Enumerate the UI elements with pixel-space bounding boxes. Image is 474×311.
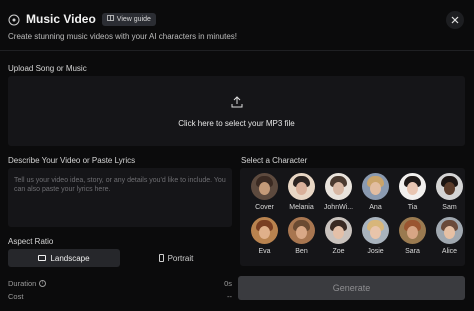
description-label: Describe Your Video or Paste Lyrics bbox=[8, 156, 136, 165]
character-item[interactable]: Zoe bbox=[320, 217, 357, 261]
character-name: Tia bbox=[407, 204, 418, 211]
avatar-face bbox=[444, 226, 455, 239]
character-name: Alice bbox=[441, 248, 458, 255]
character-item[interactable]: Sara bbox=[394, 217, 431, 261]
avatar bbox=[325, 217, 352, 244]
character-grid: Cover Melania JohnWi... Ana Tia Sam Eva Ben Zoe J… bbox=[246, 173, 468, 261]
description-input[interactable] bbox=[14, 176, 226, 219]
avatar-face bbox=[444, 182, 455, 195]
cost-row: Cost -- bbox=[8, 292, 232, 301]
upload-label: Upload Song or Music bbox=[8, 64, 87, 73]
close-icon bbox=[451, 11, 459, 29]
avatar bbox=[399, 173, 426, 200]
character-item[interactable]: Melania bbox=[283, 173, 320, 217]
character-name: Cover bbox=[255, 204, 274, 211]
avatar bbox=[251, 217, 278, 244]
view-guide-label: View guide bbox=[116, 15, 151, 23]
tab-landscape[interactable]: Landscape bbox=[8, 249, 120, 267]
avatar bbox=[362, 217, 389, 244]
character-name: Eva bbox=[258, 248, 271, 255]
description-box bbox=[8, 168, 232, 227]
avatar bbox=[362, 173, 389, 200]
avatar bbox=[251, 173, 278, 200]
portrait-label: Portrait bbox=[167, 253, 194, 263]
avatar bbox=[436, 173, 463, 200]
music-disc-icon bbox=[8, 13, 20, 26]
portrait-icon bbox=[158, 254, 164, 262]
character-name: Ben bbox=[295, 248, 308, 255]
avatar-face bbox=[259, 182, 270, 195]
character-name: Ana bbox=[369, 204, 382, 211]
avatar-face bbox=[407, 226, 418, 239]
avatar-face bbox=[333, 182, 344, 195]
avatar-face bbox=[370, 226, 381, 239]
avatar bbox=[399, 217, 426, 244]
avatar-face bbox=[296, 182, 307, 195]
upload-prompt: Click here to select your MP3 file bbox=[178, 118, 295, 128]
character-item[interactable]: Alice bbox=[431, 217, 468, 261]
avatar bbox=[436, 217, 463, 244]
info-icon[interactable]: i bbox=[39, 280, 47, 287]
header-divider bbox=[0, 50, 474, 51]
character-item[interactable]: Ana bbox=[357, 173, 394, 217]
upload-icon bbox=[231, 95, 243, 113]
avatar bbox=[288, 217, 315, 244]
avatar-face bbox=[259, 226, 270, 239]
character-item[interactable]: Sam bbox=[431, 173, 468, 217]
duration-left: Duration i bbox=[8, 279, 47, 288]
character-panel: Cover Melania JohnWi... Ana Tia Sam Eva Ben Zoe J… bbox=[240, 168, 465, 266]
character-name: Sam bbox=[442, 204, 457, 211]
page-subtitle: Create stunning music videos with your A… bbox=[8, 32, 237, 41]
avatar-face bbox=[370, 182, 381, 195]
aspect-ratio-label: Aspect Ratio bbox=[8, 237, 54, 246]
landscape-icon bbox=[38, 255, 47, 261]
upload-dropzone[interactable]: Click here to select your MP3 file bbox=[8, 76, 465, 146]
cost-value: -- bbox=[227, 292, 232, 301]
character-name: JohnWi... bbox=[323, 204, 354, 211]
avatar-face bbox=[296, 226, 307, 239]
aspect-ratio-tabs: Landscape Portrait bbox=[8, 249, 232, 267]
character-item[interactable]: Cover bbox=[246, 173, 283, 217]
view-guide-button[interactable]: View guide bbox=[101, 12, 156, 26]
landscape-label: Landscape bbox=[50, 253, 90, 263]
character-item[interactable]: JohnWi... bbox=[320, 173, 357, 217]
character-name: Josie bbox=[367, 248, 384, 255]
character-name: Sara bbox=[405, 248, 420, 255]
avatar-face bbox=[407, 182, 418, 195]
avatar bbox=[288, 173, 315, 200]
book-icon bbox=[106, 15, 114, 23]
close-button[interactable] bbox=[446, 11, 464, 29]
cost-label: Cost bbox=[8, 292, 24, 301]
character-name: Zoe bbox=[332, 248, 345, 255]
title-row: Music Video View guide bbox=[8, 12, 156, 26]
character-item[interactable]: Josie bbox=[357, 217, 394, 261]
generate-button[interactable]: Generate bbox=[238, 276, 465, 300]
avatar bbox=[325, 173, 352, 200]
modal-header: Music Video View guide Create stunning m… bbox=[8, 8, 466, 48]
duration-row: Duration i 0s bbox=[8, 279, 232, 288]
page-title: Music Video bbox=[26, 12, 96, 26]
avatar-face bbox=[333, 226, 344, 239]
duration-value: 0s bbox=[224, 279, 232, 288]
character-item[interactable]: Tia bbox=[394, 173, 431, 217]
character-item[interactable]: Ben bbox=[283, 217, 320, 261]
tab-portrait[interactable]: Portrait bbox=[120, 249, 232, 267]
character-item[interactable]: Eva bbox=[246, 217, 283, 261]
duration-label: Duration bbox=[8, 279, 37, 288]
character-name: Melania bbox=[289, 204, 314, 211]
character-label: Select a Character bbox=[241, 156, 308, 165]
